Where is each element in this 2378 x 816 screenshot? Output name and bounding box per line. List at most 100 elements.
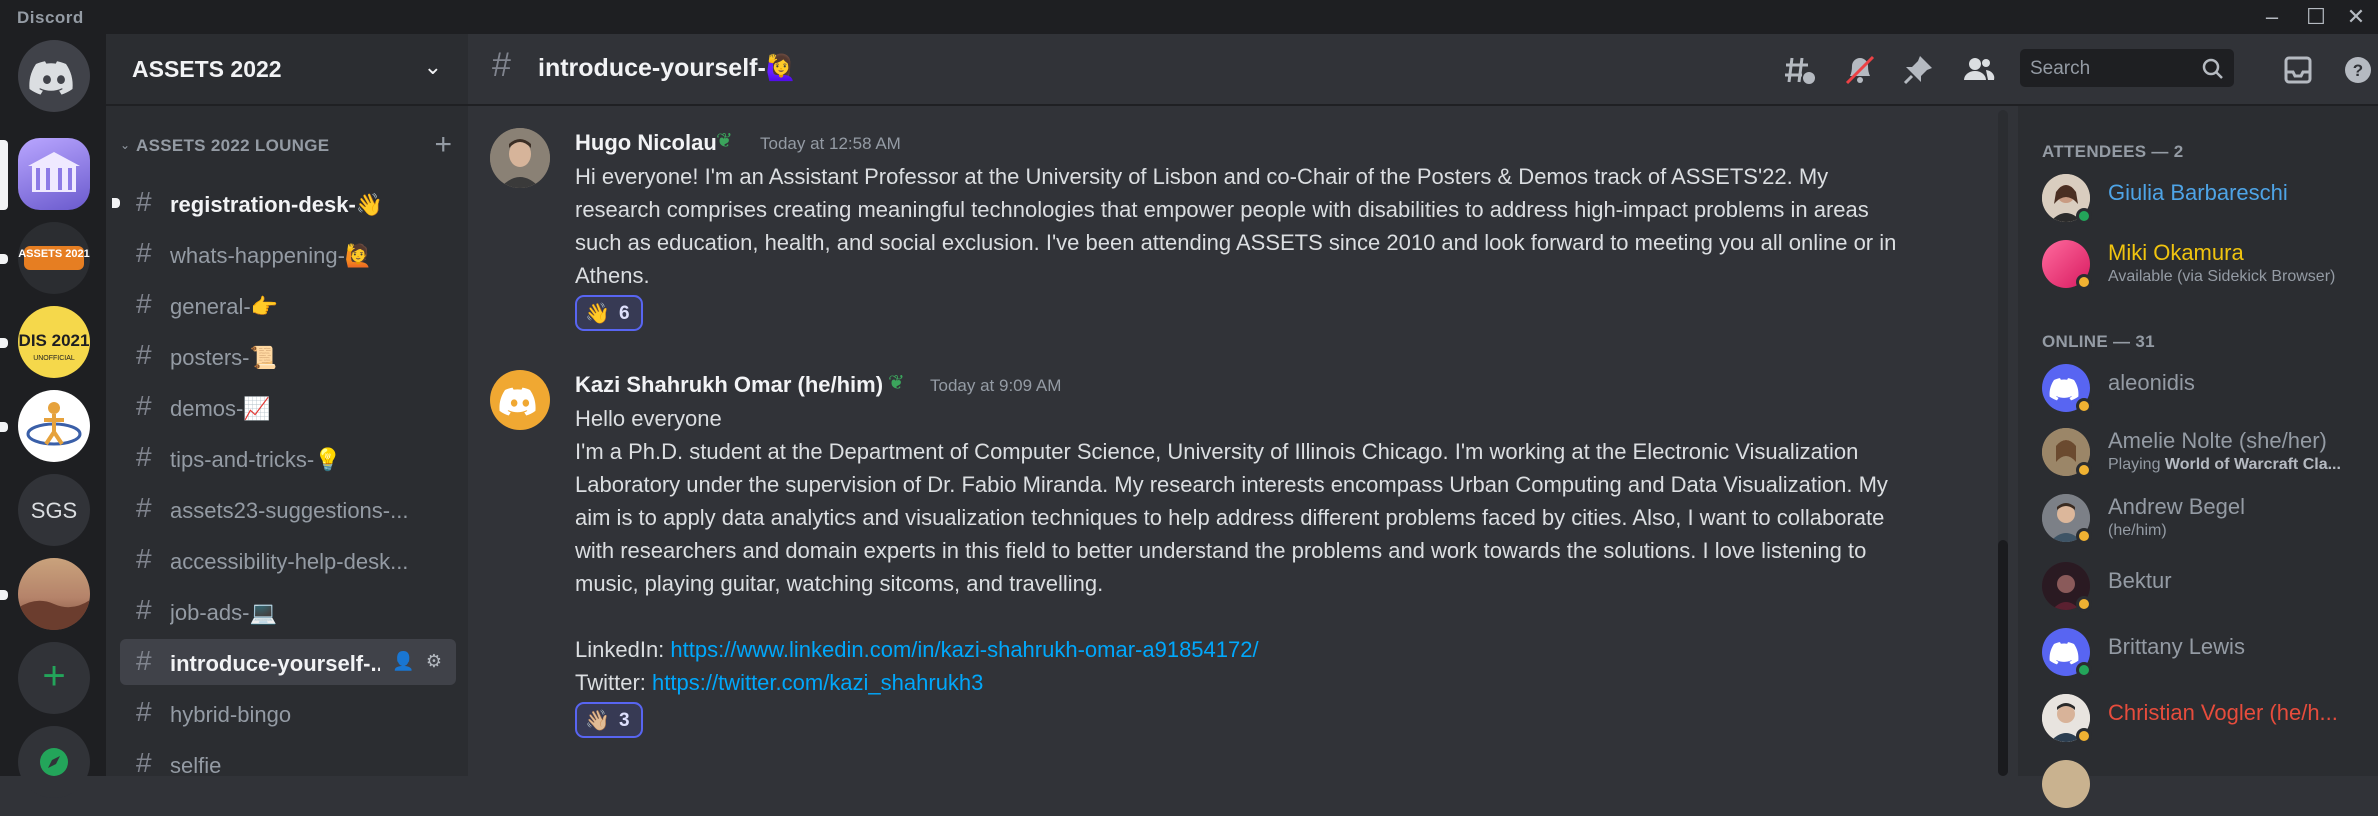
wave-icon: 👋 xyxy=(585,303,610,325)
thread-hashtag-icon: # xyxy=(136,237,152,268)
search-placeholder: Search xyxy=(2030,58,2091,79)
close-icon[interactable]: ✕ xyxy=(2336,4,2376,30)
sprout-icon: ❦ xyxy=(888,372,905,394)
create-channel-icon[interactable]: + xyxy=(434,128,452,162)
channel-item[interactable]: # assets23-suggestions-... xyxy=(120,486,456,532)
sgs-server-icon: SGS xyxy=(30,498,78,523)
channel-item[interactable]: # selfie xyxy=(120,741,456,787)
channel-item-selected[interactable]: # introduce-yourself-... 👤 ⚙ xyxy=(120,639,456,685)
gear-icon[interactable]: ⚙ xyxy=(426,651,442,671)
member-item[interactable]: Bektur xyxy=(2042,558,2372,618)
channel-category[interactable]: ⌄ ASSETS 2022 LOUNGE + xyxy=(116,128,456,162)
reaction-button[interactable]: 👋🏼 3 xyxy=(575,702,643,738)
channel-item[interactable]: # demos-📈 xyxy=(120,384,456,430)
message-author[interactable]: Kazi Shahrukh Omar (he/him) xyxy=(575,372,883,398)
channel-item[interactable]: # accessibility-help-desk... xyxy=(120,537,456,583)
member-name: Andrew Begel xyxy=(2108,494,2245,519)
member-item[interactable]: Miki Okamura Available (via Sidekick Bro… xyxy=(2042,236,2372,296)
user-photo-icon xyxy=(490,128,550,188)
member-name: Christian Vogler (he/h... xyxy=(2108,700,2338,725)
create-invite-icon[interactable]: 👤 xyxy=(392,651,414,671)
member-activity: Playing World of Warcraft Cla... xyxy=(2108,456,2341,474)
member-list-icon[interactable] xyxy=(1956,48,2000,92)
channel-item[interactable]: # registration-desk-👋 xyxy=(112,180,456,226)
channel-name: job-ads-💻 xyxy=(170,600,277,625)
twitter-link[interactable]: https://twitter.com/kazi_shahrukh3 xyxy=(652,670,983,695)
category-label: ASSETS 2022 LOUNGE xyxy=(136,136,330,155)
online-header: ONLINE — 31 xyxy=(2042,332,2155,351)
wave-icon: 👋🏼 xyxy=(585,710,610,732)
threads-icon[interactable] xyxy=(1778,48,1822,92)
landscape-server-icon xyxy=(18,600,90,630)
sprout-icon: ❦ xyxy=(716,130,733,152)
member-list: ATTENDEES — 2 Giulia Barbareschi Miki Ok… xyxy=(2018,106,2378,808)
server-dis-2021[interactable]: DIS 2021 UNOFFICIAL xyxy=(18,306,90,378)
scrollbar-thumb[interactable] xyxy=(1998,540,2008,776)
maximize-icon[interactable]: ☐ xyxy=(2296,4,2336,30)
activity-game: World of Warcraft Cla... xyxy=(2164,456,2341,473)
message-greeting: Hello everyone xyxy=(575,406,722,431)
bell-muted-icon[interactable] xyxy=(1838,48,1882,92)
member-item[interactable]: Amelie Nolte (she/her) Playing World of … xyxy=(2042,424,2372,484)
member-name: Miki Okamura xyxy=(2108,240,2244,265)
member-item[interactable]: Brittany Lewis xyxy=(2042,624,2372,684)
avatar[interactable] xyxy=(490,128,550,188)
add-server-button[interactable]: + xyxy=(18,642,90,714)
channel-item[interactable]: # tips-and-tricks-💡 xyxy=(120,435,456,481)
help-icon[interactable]: ? xyxy=(2336,48,2378,92)
server-rail: ASSETS 2021 DIS 2021 UNOFFICIAL SGS + xyxy=(0,34,106,798)
message-scrollbar[interactable] xyxy=(1998,110,2008,776)
server-assets-2021[interactable]: ASSETS 2021 xyxy=(18,222,90,294)
member-name: Bektur xyxy=(2108,568,2172,593)
status-idle-icon xyxy=(2076,462,2092,478)
channel-item[interactable]: # posters-📜 xyxy=(120,333,456,379)
channel-item[interactable]: # job-ads-💻 xyxy=(120,588,456,634)
status-idle-icon xyxy=(2076,728,2092,744)
avatar[interactable] xyxy=(490,370,550,430)
channel-name: demos-📈 xyxy=(170,396,271,421)
server-figure[interactable] xyxy=(18,390,90,462)
inbox-icon[interactable] xyxy=(2276,48,2320,92)
linkedin-link[interactable]: https://www.linkedin.com/in/kazi-shahruk… xyxy=(670,637,1258,662)
reaction-button[interactable]: 👋 6 xyxy=(575,295,643,331)
message-timestamp: Today at 9:09 AM xyxy=(930,376,1062,395)
linkedin-line: LinkedIn: https://www.linkedin.com/in/ka… xyxy=(575,633,1915,666)
server-assets-2022[interactable] xyxy=(18,138,90,210)
reaction-count: 6 xyxy=(619,303,630,324)
member-item[interactable]: Andrew Begel (he/him) xyxy=(2042,490,2372,550)
minimize-icon[interactable]: – xyxy=(2252,4,2292,30)
channel-actions: 👤 ⚙ xyxy=(392,651,442,672)
thread-hashtag-icon: # xyxy=(136,390,152,421)
pin-icon[interactable] xyxy=(1896,48,1940,92)
channel-item[interactable]: # general-👉 xyxy=(120,282,456,328)
member-item[interactable]: aleonidis xyxy=(2042,360,2372,420)
channel-item[interactable]: # hybrid-bingo xyxy=(120,690,456,736)
channel-item[interactable]: # whats-happening-🙋 xyxy=(120,231,456,277)
home-button[interactable] xyxy=(18,40,90,112)
server-sgs[interactable]: SGS xyxy=(18,474,90,546)
hashtag-icon: # xyxy=(136,645,152,676)
assets-2022-server-icon xyxy=(28,152,80,192)
status-idle-icon xyxy=(2076,274,2092,290)
message-author[interactable]: Hugo Nicolau xyxy=(575,130,717,156)
channel-name: posters-📜 xyxy=(170,345,277,370)
hashtag-icon: # xyxy=(136,288,152,319)
twitter-line: Twitter: https://twitter.com/kazi_shahru… xyxy=(575,666,1915,699)
member-item[interactable]: Giulia Barbareschi xyxy=(2042,170,2372,230)
search-icon xyxy=(2202,58,2223,79)
explore-button[interactable] xyxy=(18,726,90,798)
search-input[interactable]: Search xyxy=(2020,49,2234,87)
thread-hashtag-icon: # xyxy=(136,339,152,370)
thread-hashtag-icon: # xyxy=(136,441,152,472)
app-title: Discord xyxy=(17,8,84,27)
status-idle-icon xyxy=(2076,528,2092,544)
hashtag-icon: # xyxy=(136,186,152,217)
channel-name: tips-and-tricks-💡 xyxy=(170,447,342,472)
guild-header[interactable]: ASSETS 2022 ⌄ xyxy=(106,34,468,106)
hashtag-icon: # xyxy=(136,747,152,778)
member-item[interactable] xyxy=(2042,756,2372,816)
thread-hashtag-icon: # xyxy=(136,492,152,523)
member-item[interactable]: Christian Vogler (he/h... xyxy=(2042,690,2372,750)
server-landscape[interactable] xyxy=(18,558,90,630)
channel-sidebar: ASSETS 2022 ⌄ ⌄ ASSETS 2022 LOUNGE + # r… xyxy=(106,34,468,778)
